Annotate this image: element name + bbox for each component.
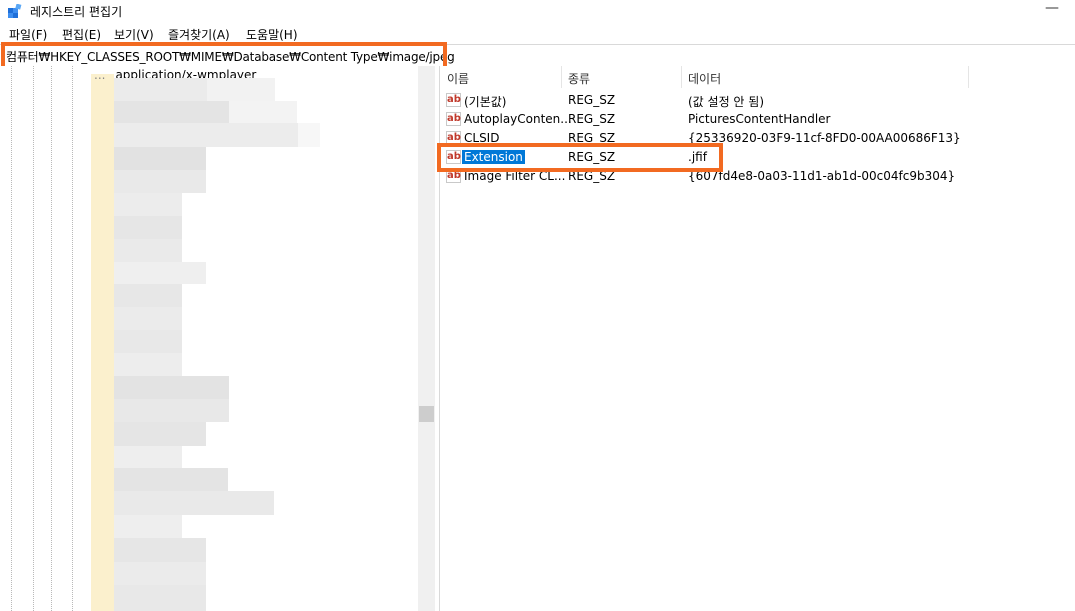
value-data: {607fd4e8-0a03-11d1-ab1d-00c04fc9b304} xyxy=(688,169,956,183)
menu-file[interactable]: 파일(F) xyxy=(9,26,47,43)
blurred-tree-item xyxy=(229,101,297,123)
tree-connector-line xyxy=(72,66,73,611)
minimize-button[interactable]: — xyxy=(1045,0,1059,16)
window-title: 레지스트리 편집기 xyxy=(30,5,123,19)
blurred-tree-item xyxy=(114,101,229,123)
column-header-name[interactable]: 이름 xyxy=(440,66,562,88)
menu-bar: 파일(F) 편집(E) 보기(V) 즐겨찾기(A) 도움말(H) xyxy=(0,23,1075,43)
column-header-label: 종류 xyxy=(568,72,591,86)
menu-help[interactable]: 도움말(H) xyxy=(246,26,298,43)
tree-connector-line xyxy=(11,66,12,611)
blurred-tree-item xyxy=(114,239,182,262)
key-tree-pane[interactable]: ... application/x-wmplayer xyxy=(0,66,418,611)
column-header-type[interactable]: 종류 xyxy=(561,66,682,88)
value-type: REG_SZ xyxy=(568,112,616,126)
blurred-tree-item xyxy=(114,585,206,611)
blurred-tree-item xyxy=(114,170,206,193)
scrollbar-thumb[interactable] xyxy=(419,406,434,422)
tree-scrollbar[interactable] xyxy=(418,66,435,611)
blurred-tree-item xyxy=(114,262,206,284)
blurred-tree-item xyxy=(114,446,182,468)
blurred-tree-item xyxy=(207,78,275,101)
tree-connector-line xyxy=(33,66,34,611)
value-name: (기본값) xyxy=(464,95,507,109)
value-row-default[interactable]: ab (기본값) REG_SZ (값 설정 안 됨) xyxy=(440,91,1075,110)
blurred-tree-item xyxy=(114,193,182,216)
blurred-tree-item xyxy=(114,353,182,376)
blurred-tree-item xyxy=(114,216,182,239)
title-bar: 레지스트리 편집기 — xyxy=(0,0,1075,22)
column-header-data[interactable]: 데이터 xyxy=(681,66,969,88)
blurred-tree-item xyxy=(114,562,206,585)
value-row-autoplay[interactable]: ab AutoplayConten... REG_SZ PicturesCont… xyxy=(440,110,1075,129)
blurred-tree-item xyxy=(298,123,320,147)
value-type: REG_SZ xyxy=(568,93,616,107)
blurred-tree-item xyxy=(114,422,206,446)
registry-editor-icon xyxy=(8,4,22,18)
blurred-tree-item xyxy=(114,515,182,538)
blurred-tree-item xyxy=(114,307,182,330)
blurred-tree-item xyxy=(114,399,229,422)
blurred-tree-item xyxy=(114,330,182,353)
blurred-tree-item xyxy=(114,284,182,307)
value-name: AutoplayConten... xyxy=(464,112,572,126)
string-value-icon: ab xyxy=(446,93,461,107)
blurred-tree-item xyxy=(114,147,206,170)
column-header-label: 데이터 xyxy=(688,72,722,86)
extension-highlight-box xyxy=(437,143,723,172)
value-data: (값 설정 안 됨) xyxy=(688,95,765,109)
value-data: PicturesContentHandler xyxy=(688,112,831,126)
blurred-tree-item xyxy=(114,123,298,147)
menu-favorites[interactable]: 즐겨찾기(A) xyxy=(168,26,230,43)
blurred-tree-item xyxy=(114,78,207,101)
blurred-tree-item xyxy=(114,538,206,562)
folder-icons-column xyxy=(91,74,114,611)
menu-edit[interactable]: 편집(E) xyxy=(62,26,101,43)
blurred-tree-item xyxy=(114,468,228,491)
blurred-tree-item xyxy=(114,491,274,515)
tree-connector-line xyxy=(51,66,52,611)
column-header-label: 이름 xyxy=(447,72,470,86)
value-data: {25336920-03F9-11cf-8FD0-00AA00686F13} xyxy=(688,131,961,145)
string-value-icon: ab xyxy=(446,112,461,126)
menu-view[interactable]: 보기(V) xyxy=(114,26,154,43)
blurred-tree-item xyxy=(114,376,229,399)
tree-connector-dots: ... xyxy=(94,68,106,82)
